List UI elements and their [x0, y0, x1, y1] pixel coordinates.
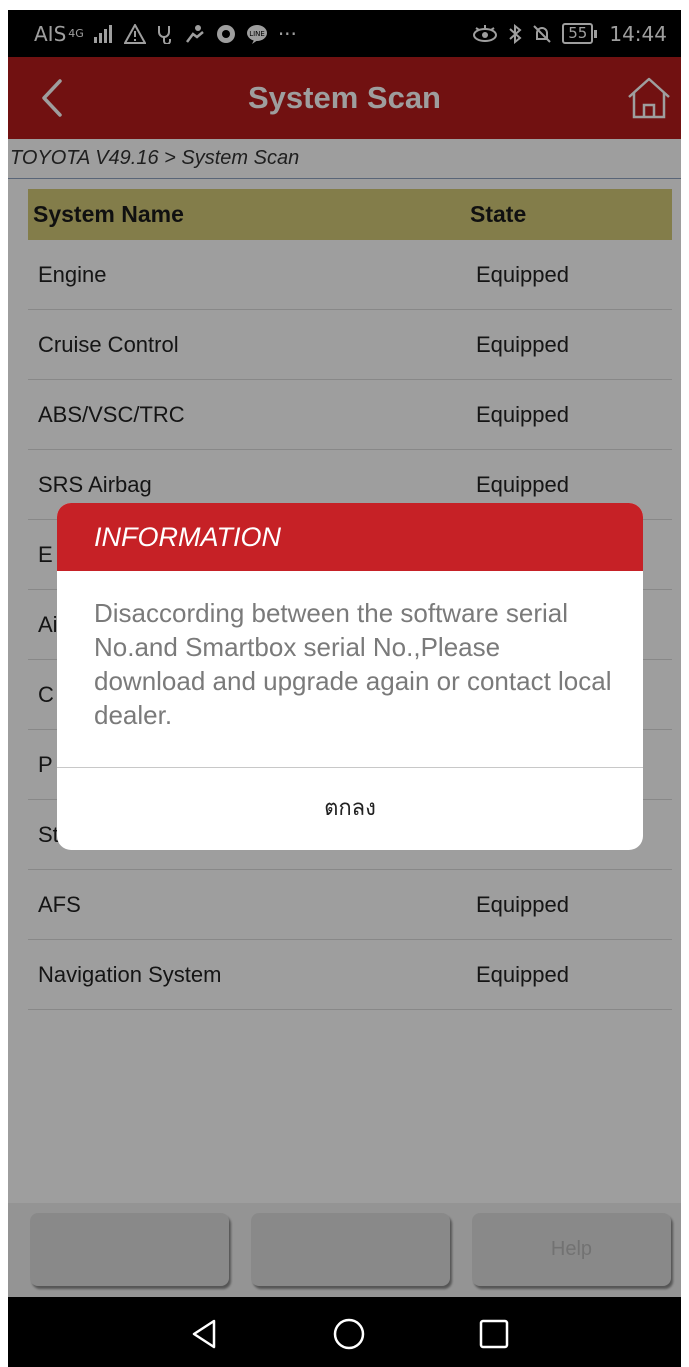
- back-triangle-icon[interactable]: [188, 1317, 222, 1351]
- home-circle-icon[interactable]: [332, 1317, 366, 1351]
- app-screen: AIS 4G LINE ··· 55 14:44 System Scan TOY…: [0, 0, 689, 1367]
- information-dialog: INFORMATION Disaccording between the sof…: [57, 503, 643, 850]
- recents-square-icon[interactable]: [477, 1317, 511, 1351]
- system-nav-bar: [8, 1297, 681, 1367]
- dialog-message: Disaccording between the software serial…: [94, 598, 612, 730]
- dialog-title: INFORMATION: [57, 503, 643, 571]
- ok-button[interactable]: ตกลง: [57, 768, 643, 850]
